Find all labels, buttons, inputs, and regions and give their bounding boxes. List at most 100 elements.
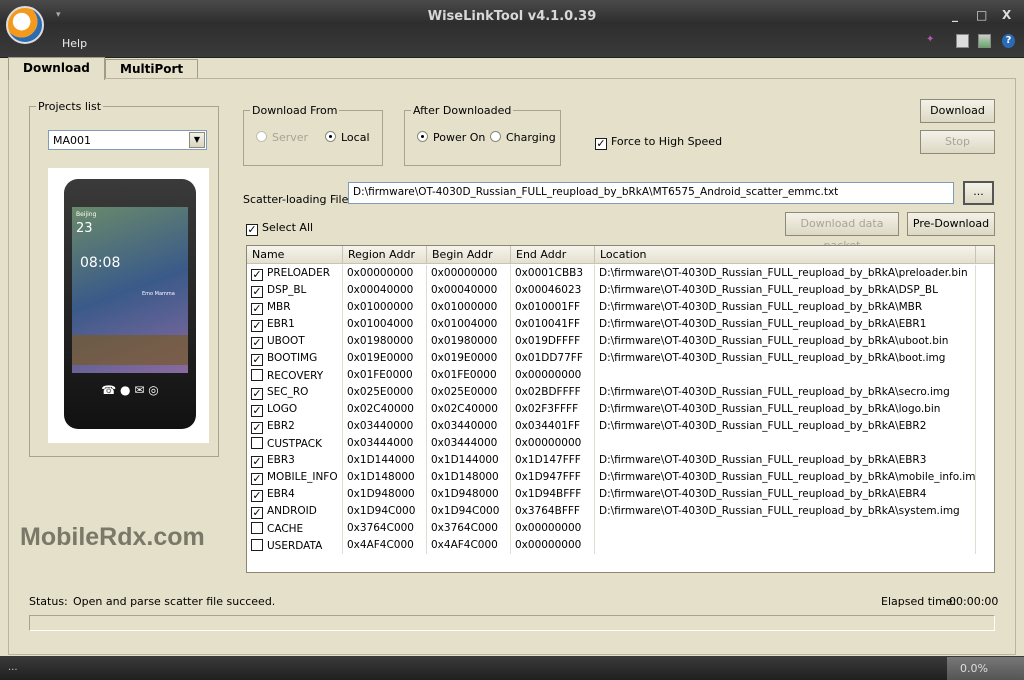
cell-region: 0x3764C000 (343, 520, 427, 537)
checkbox-checked-icon[interactable]: ✓ (251, 388, 263, 400)
browse-button[interactable]: ... (963, 181, 994, 205)
table-row[interactable]: ✓ MOBILE_INFO 0x1D148000 0x1D148000 0x1D947F… (247, 469, 994, 486)
cell-location: D:\firmware\OT-4030D_Russian_FULL_reuplo… (595, 282, 976, 299)
cell-name[interactable]: ✓ EBR4 (247, 486, 343, 503)
column-header-end-addr[interactable]: End Addr (511, 246, 595, 264)
stop-button[interactable]: Stop (920, 130, 995, 154)
table-row[interactable]: ✓ EBR3 0x1D144000 0x1D144000 0x1D147FFF D:\fi… (247, 452, 994, 469)
checkbox-checked-icon[interactable]: ✓ (251, 337, 263, 349)
charging-radio[interactable]: Charging (490, 131, 556, 144)
progress-bar (29, 615, 995, 631)
table-row[interactable]: ✓ ANDROID 0x1D94C000 0x1D94C000 0x3764BFFF D:… (247, 503, 994, 520)
checkbox-checked-icon[interactable]: ✓ (251, 286, 263, 298)
checkbox-unchecked-icon[interactable] (251, 539, 263, 551)
maximize-button[interactable]: □ (976, 8, 987, 22)
pre-download-button[interactable]: Pre-Download (907, 212, 995, 236)
column-header-region-addr[interactable]: Region Addr (343, 246, 427, 264)
scatter-file-input[interactable]: D:\firmware\OT-4030D_Russian_FULL_reuplo… (348, 182, 954, 204)
radio-icon (256, 131, 267, 142)
column-header-begin-addr[interactable]: Begin Addr (427, 246, 511, 264)
checkbox-checked-icon[interactable]: ✓ (251, 405, 263, 417)
cell-name[interactable]: ✓ EBR3 (247, 452, 343, 469)
partition-name: EBR2 (267, 420, 295, 432)
cell-name[interactable]: ✓ PRELOADER (247, 265, 343, 282)
checkbox-unchecked-icon[interactable] (251, 437, 263, 449)
tab-download[interactable]: Download (8, 57, 105, 80)
checkbox-unchecked-icon[interactable] (251, 522, 263, 534)
cell-name[interactable]: ✓ SEC_RO (247, 384, 343, 401)
column-header-name[interactable]: Name (247, 246, 343, 264)
minimize-button[interactable]: _ (952, 8, 958, 22)
table-row[interactable]: ✓ EBR1 0x01004000 0x01004000 0x010041FF D:\fi… (247, 316, 994, 333)
table-row[interactable]: ✓ DSP_BL 0x00040000 0x00040000 0x00046023 D:\… (247, 282, 994, 299)
project-select[interactable]: MA001 ▼ (48, 130, 207, 150)
status-bar-percent: 0.0% (947, 657, 1024, 680)
power-on-radio[interactable]: Power On (417, 131, 485, 144)
cell-name[interactable]: ✓ LOGO (247, 401, 343, 418)
cell-begin: 0x1D948000 (427, 486, 511, 503)
partition-name: LOGO (267, 403, 298, 415)
tab-multiport[interactable]: MultiPort (105, 59, 198, 79)
checkbox-checked-icon[interactable]: ✓ (251, 269, 263, 281)
table-row[interactable]: CACHE 0x3764C000 0x3764C000 0x00000000 (247, 520, 994, 537)
window-title: WiseLinkTool v4.1.0.39 (427, 9, 597, 24)
table-row[interactable]: USERDATA 0x4AF4C000 0x4AF4C000 0x00000000 (247, 537, 994, 554)
cell-name[interactable]: USERDATA (247, 537, 343, 554)
table-row[interactable]: ✓ UBOOT 0x01980000 0x01980000 0x019DFFFF D:\f… (247, 333, 994, 350)
cell-name[interactable]: ✓ DSP_BL (247, 282, 343, 299)
checkbox-checked-icon[interactable]: ✓ (251, 354, 263, 366)
checkbox-checked-icon[interactable]: ✓ (251, 422, 263, 434)
partition-name: USERDATA (267, 540, 323, 552)
partition-name: EBR4 (267, 488, 295, 500)
cell-name[interactable]: ✓ MBR (247, 299, 343, 316)
cell-name[interactable]: RECOVERY (247, 367, 343, 384)
download-button[interactable]: Download (920, 99, 995, 123)
menu-help[interactable]: Help (62, 37, 87, 50)
cell-name[interactable]: ✓ UBOOT (247, 333, 343, 350)
download-data-packet-button[interactable]: Download data packet (785, 212, 899, 252)
column-header-location[interactable]: Location (595, 246, 976, 264)
table-row[interactable]: ✓ SEC_RO 0x025E0000 0x025E0000 0x02BDFFFF D:\… (247, 384, 994, 401)
checkbox-checked-icon[interactable]: ✓ (251, 473, 263, 485)
cell-end: 0x019DFFFF (511, 333, 595, 350)
cell-name[interactable]: CUSTPACK (247, 435, 343, 452)
checkbox-checked-icon[interactable]: ✓ (251, 456, 263, 468)
checkbox-checked-icon[interactable]: ✓ (251, 320, 263, 332)
table-row[interactable]: CUSTPACK 0x03444000 0x03444000 0x00000000 (247, 435, 994, 452)
help-icon[interactable]: ? (1002, 34, 1015, 48)
cell-begin: 0x01000000 (427, 299, 511, 316)
cell-name[interactable]: ✓ MOBILE_INFO (247, 469, 343, 486)
cell-name[interactable]: ✓ BOOTIMG (247, 350, 343, 367)
table-row[interactable]: ✓ BOOTIMG 0x019E0000 0x019E0000 0x01DD77FF D:… (247, 350, 994, 367)
device-icon[interactable] (956, 34, 969, 48)
checkbox-unchecked-icon[interactable] (251, 369, 263, 381)
language-icon[interactable]: ✦ (926, 34, 939, 48)
table-row[interactable]: ✓ EBR4 0x1D948000 0x1D948000 0x1D94BFFF D:\fi… (247, 486, 994, 503)
force-high-speed-checkbox[interactable]: ✓ Force to High Speed (595, 135, 722, 150)
table-row[interactable]: ✓ PRELOADER 0x00000000 0x00000000 0x0001CBB3… (247, 265, 994, 282)
checkbox-checked-icon[interactable]: ✓ (251, 490, 263, 502)
cell-name[interactable]: ✓ EBR1 (247, 316, 343, 333)
cell-name[interactable]: ✓ EBR2 (247, 418, 343, 435)
cell-begin: 0x03440000 (427, 418, 511, 435)
title-bar: ▾ WiseLinkTool v4.1.0.39 _ □ X Help ✦ ? (0, 0, 1024, 58)
cell-name[interactable]: ✓ ANDROID (247, 503, 343, 520)
table-row[interactable]: ✓ LOGO 0x02C40000 0x02C40000 0x02F3FFFF D:\fi… (247, 401, 994, 418)
chevron-down-icon[interactable]: ▼ (189, 132, 205, 148)
checkbox-checked-icon[interactable]: ✓ (251, 507, 263, 519)
table-row[interactable]: ✓ MBR 0x01000000 0x01000000 0x010001FF D:\fir… (247, 299, 994, 316)
cell-end: 0x010041FF (511, 316, 595, 333)
select-all-checkbox[interactable]: ✓ Select All (246, 221, 313, 236)
close-button[interactable]: X (1002, 8, 1011, 22)
radio-icon (490, 131, 501, 142)
server-radio[interactable]: Server (256, 131, 308, 144)
table-row[interactable]: ✓ EBR2 0x03440000 0x03440000 0x034401FF D:\fi… (247, 418, 994, 435)
cell-region: 0x4AF4C000 (343, 537, 427, 554)
radio-icon (325, 131, 336, 142)
connect-icon[interactable] (978, 34, 991, 48)
cell-begin: 0x019E0000 (427, 350, 511, 367)
table-row[interactable]: RECOVERY 0x01FE0000 0x01FE0000 0x00000000 (247, 367, 994, 384)
local-radio[interactable]: Local (325, 131, 370, 144)
cell-name[interactable]: CACHE (247, 520, 343, 537)
checkbox-checked-icon[interactable]: ✓ (251, 303, 263, 315)
